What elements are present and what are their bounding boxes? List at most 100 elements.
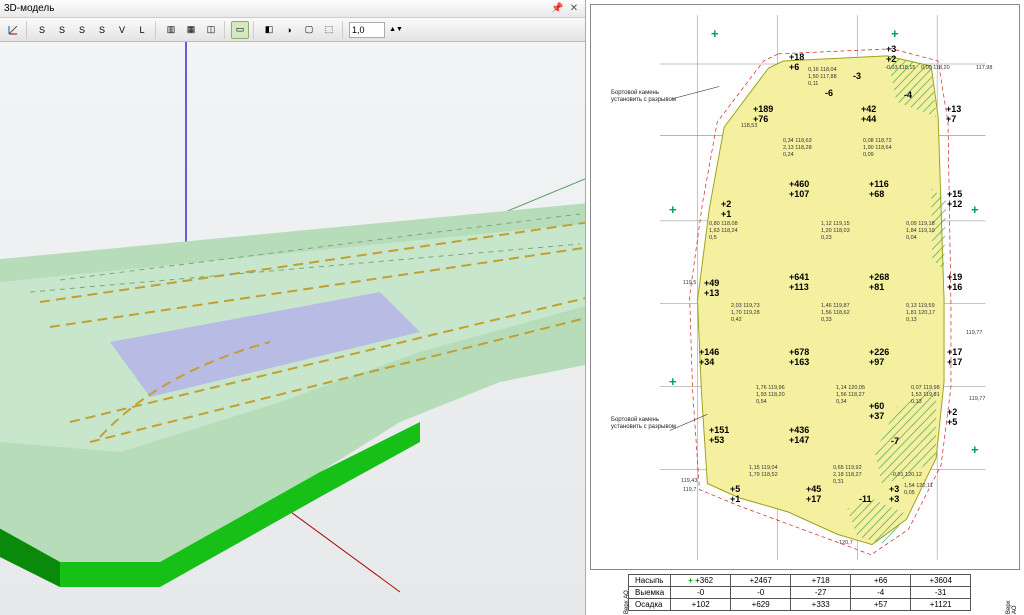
corner-data: 1,50 117,88 bbox=[808, 74, 837, 80]
coord-label: 119,77 bbox=[966, 330, 982, 336]
grid-marker: + bbox=[711, 27, 719, 40]
table-row: Осадка +102 +629 +333 +57 +1121 bbox=[629, 599, 971, 611]
coord-label: 119,77 bbox=[969, 396, 985, 402]
corner-data: 1,90 118,64 bbox=[863, 145, 892, 151]
cell-value: +5 +1 bbox=[730, 485, 740, 505]
corner-data: 0,34 bbox=[836, 399, 847, 405]
light-button[interactable]: ◑ bbox=[280, 21, 298, 39]
corner-data: 0,65 119,92 bbox=[833, 465, 862, 471]
surface-button[interactable]: ▦ bbox=[182, 21, 200, 39]
corner-data: 2,03 119,73 bbox=[731, 303, 760, 309]
coord-label: 117,98 bbox=[976, 65, 992, 71]
toolbar: S S S S V L ▥ ▦ ◫ ▭ ◧ ◑ ▢ ⬚ ▲▼ bbox=[0, 18, 585, 42]
corner-data: 0,5 bbox=[709, 235, 717, 241]
grid-marker: + bbox=[891, 27, 899, 40]
corner-data: 0,09 119,18 bbox=[906, 221, 935, 227]
l-button[interactable]: L bbox=[133, 21, 151, 39]
summary-table: Насыпь + +362 +2467 +718 +66 +3604 Выемк… bbox=[628, 574, 971, 611]
axis-xyz-button[interactable] bbox=[4, 21, 22, 39]
corner-data: 0,13 bbox=[906, 317, 917, 323]
corner-data: 0,34 118,63 bbox=[783, 138, 812, 144]
3d-model-panel: 3D-модель 📌 ✕ S S S S V L ▥ ▦ ◫ ▭ ◧ ◑ ▢ … bbox=[0, 0, 586, 615]
cell-value: +49 +13 bbox=[704, 279, 719, 299]
corner-data: 1,53 119,91 bbox=[911, 392, 940, 398]
corner-data: 1,14 120,05 bbox=[836, 385, 865, 391]
cell-value: +45 +17 bbox=[806, 485, 821, 505]
corner-data: 0,42 bbox=[731, 317, 742, 323]
corner-data: 0,13 119,59 bbox=[906, 303, 935, 309]
s1-button[interactable]: S bbox=[33, 21, 51, 39]
corner-data: 0,04 bbox=[906, 235, 917, 241]
cell-value: +3 +3 bbox=[889, 485, 899, 505]
cell-value: +2 +1 bbox=[721, 200, 731, 220]
corner-data: 2,13 118,28 bbox=[783, 145, 812, 151]
cell-value: +19 +16 bbox=[947, 273, 962, 293]
wire-button[interactable]: ◧ bbox=[260, 21, 278, 39]
table-row: Выемка -0 -0 -27 -4 -31 bbox=[629, 587, 971, 599]
corner-data: 1,56 118,62 bbox=[821, 310, 850, 316]
s3-button[interactable]: S bbox=[73, 21, 91, 39]
grid-marker: + bbox=[971, 203, 979, 216]
cell-value: +268 +81 bbox=[869, 273, 889, 293]
corner-data: 0,11 bbox=[808, 81, 818, 87]
corner-data: -0,01 120,12 bbox=[891, 472, 922, 478]
pin-icon[interactable]: 📌 bbox=[550, 3, 564, 14]
s2-button[interactable]: S bbox=[53, 21, 71, 39]
scale-spinner[interactable] bbox=[349, 22, 385, 38]
cell-value: +15 +12 bbox=[947, 190, 962, 210]
cell-value: +146 +34 bbox=[699, 348, 719, 368]
panel-title-bar[interactable]: 3D-модель 📌 ✕ bbox=[0, 0, 585, 18]
cell-value: +13 +7 bbox=[946, 105, 961, 125]
plan-drawing[interactable]: + + + + + + Бортовой каменьустановить с … bbox=[590, 4, 1020, 570]
road-button[interactable]: ⬚ bbox=[320, 21, 338, 39]
corner-data: 1,79 118,52 bbox=[749, 472, 778, 478]
curb-note-1: Бортовой каменьустановить с разрывом bbox=[611, 90, 676, 104]
corner-data: 1,15 119,04 bbox=[749, 465, 778, 471]
drawing-panel: + + + + + + Бортовой каменьустановить с … bbox=[586, 0, 1024, 615]
grid-marker: + bbox=[971, 443, 979, 456]
corner-data: 1,93 118,20 bbox=[756, 392, 785, 398]
corner-data: 1,81 120,17 bbox=[906, 310, 935, 316]
cube-button[interactable]: ▢ bbox=[300, 21, 318, 39]
corner-data: 0,33 bbox=[821, 317, 832, 323]
cell-value: +2 +5 bbox=[947, 408, 957, 428]
corner-data: 0,05 bbox=[904, 490, 915, 496]
corner-data: 1,84 119,10 bbox=[906, 228, 935, 234]
coord-label: 120,7 bbox=[839, 540, 853, 546]
extrude-button[interactable]: ◫ bbox=[202, 21, 220, 39]
close-icon[interactable]: ✕ bbox=[567, 3, 581, 14]
cell-value: +17 +17 bbox=[947, 348, 962, 368]
coord-label: 119,5 bbox=[683, 280, 696, 286]
s4-button[interactable]: S bbox=[93, 21, 111, 39]
corner-data: 0,13 bbox=[911, 399, 922, 405]
corner-data: 0,31 bbox=[833, 479, 844, 485]
table-left-label: Верх АО bbox=[624, 590, 630, 614]
cell-value: -7 bbox=[891, 437, 899, 447]
corner-data: 1,70 119,28 bbox=[731, 310, 760, 316]
grid-marker: + bbox=[669, 203, 677, 216]
cell-value: -11 bbox=[859, 495, 872, 505]
coord-label: 119,43 bbox=[681, 478, 697, 484]
corner-data: 0,54 bbox=[756, 399, 767, 405]
corner-data: 0,00 118,20 bbox=[921, 65, 950, 71]
corner-data: 0,23 bbox=[821, 235, 832, 241]
cell-value: +18 +6 bbox=[789, 53, 804, 73]
cell-value: +3 +2 bbox=[886, 45, 896, 65]
cell-value: +436 +147 bbox=[789, 426, 809, 446]
cell-value: +189 +76 bbox=[753, 105, 773, 125]
view-mode-button[interactable]: ▭ bbox=[231, 21, 249, 39]
corner-data: 0,16 118,04 bbox=[808, 67, 837, 73]
layers-button[interactable]: ▥ bbox=[162, 21, 180, 39]
spin-arrows[interactable]: ▲▼ bbox=[387, 21, 405, 39]
3d-viewport[interactable] bbox=[0, 42, 585, 615]
corner-data: 1,56 118,27 bbox=[836, 392, 865, 398]
v-button[interactable]: V bbox=[113, 21, 131, 39]
table-right-label: Верх АО bbox=[1006, 598, 1018, 614]
coord-label: 119,7 bbox=[683, 487, 696, 493]
corner-data: 1,12 119,15 bbox=[821, 221, 850, 227]
grid-marker: + bbox=[669, 375, 677, 388]
corner-data: 1,20 118,03 bbox=[821, 228, 850, 234]
cell-value: +116 +68 bbox=[869, 180, 889, 200]
corner-data: 0,08 118,72 bbox=[863, 138, 892, 144]
cell-value: +641 +113 bbox=[789, 273, 809, 293]
